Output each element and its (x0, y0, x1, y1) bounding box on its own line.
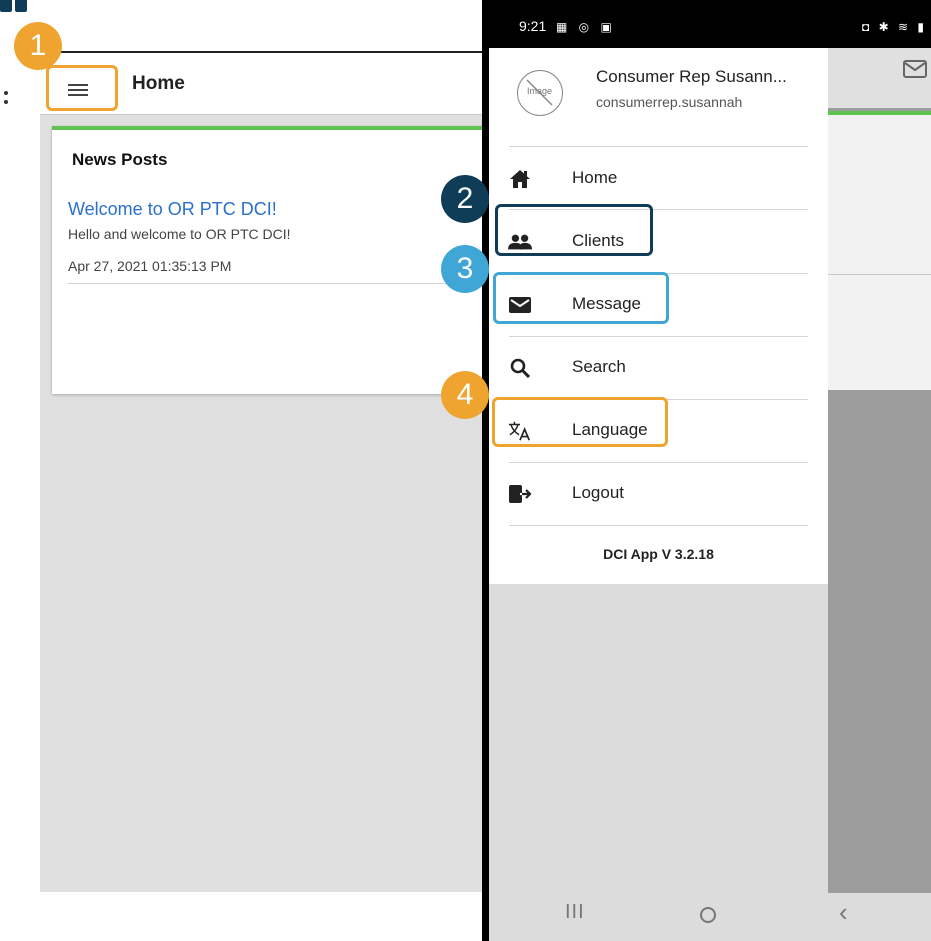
background-divider (828, 274, 931, 275)
home-button[interactable] (700, 907, 716, 923)
clients-highlight (495, 204, 653, 256)
drawer-item-label: Search (572, 357, 626, 376)
news-posts-heading: News Posts (72, 150, 168, 169)
system-status-icons: ◘ ✱ ≋ ▮ (862, 20, 927, 34)
phone-screen: 9:21 ▦ ◎ ▣ ◘ ✱ ≋ ▮ Image Consumer Rep Su… (489, 8, 931, 941)
news-post-title-link[interactable]: Welcome to OR PTC DCI! (68, 199, 277, 220)
news-divider (68, 283, 488, 284)
status-bar: 9:21 ▦ ◎ ▣ ◘ ✱ ≋ ▮ (489, 8, 931, 48)
drawer-item-search[interactable]: Search (489, 337, 828, 399)
hamburger-menu-icon[interactable] (68, 84, 88, 96)
mail-icon (903, 60, 927, 78)
avatar: Image (517, 70, 563, 116)
drawer-item-home[interactable]: Home (489, 148, 828, 210)
drawer-item-label: Logout (572, 483, 624, 502)
drawer-item-logout[interactable]: Logout (489, 463, 828, 525)
edge-fragment (4, 91, 8, 105)
callout-badge-1: 1 (14, 22, 62, 70)
news-posts-card: News Posts Welcome to OR PTC DCI! Hello … (52, 126, 488, 394)
corner-logo (0, 0, 30, 14)
news-post-date: Apr 27, 2021 01:35:13 PM (68, 258, 232, 274)
navigation-drawer: Image Consumer Rep Susann... consumerrep… (489, 48, 828, 893)
phone-frame: 9:21 ▦ ◎ ▣ ◘ ✱ ≋ ▮ Image Consumer Rep Su… (482, 0, 931, 941)
drawer-divider (509, 525, 808, 526)
page-title: Home (132, 73, 185, 94)
home-icon (508, 168, 532, 190)
app-version: DCI App V 3.2.18 (603, 546, 714, 562)
user-name: Consumer Rep Susann... (596, 67, 787, 86)
language-highlight (492, 397, 668, 447)
android-nav-bar: III ‹ (489, 893, 931, 941)
back-button[interactable]: ‹ (839, 897, 848, 928)
callout-badge-3: 3 (441, 245, 489, 293)
search-icon (508, 357, 532, 379)
status-time: 9:21 (519, 18, 547, 34)
app-header: Home (40, 53, 488, 115)
drawer-divider (509, 146, 808, 147)
callout-badge-4: 4 (441, 371, 489, 419)
logout-icon (508, 483, 532, 505)
home-screen: Home News Posts Welcome to OR PTC DCI! H… (40, 53, 488, 892)
menu-button[interactable] (46, 65, 118, 111)
drawer-item-label: Home (572, 168, 618, 187)
recent-apps-button[interactable]: III (565, 901, 585, 924)
news-post-body: Hello and welcome to OR PTC DCI! (68, 226, 291, 242)
user-email: consumerrep.susannah (596, 94, 743, 110)
avatar-placeholder-label: Image (526, 86, 552, 96)
notification-icons: ▦ ◎ ▣ (556, 20, 616, 34)
callout-badge-2: 2 (441, 175, 489, 223)
message-highlight (493, 272, 669, 324)
background-card (828, 115, 931, 390)
